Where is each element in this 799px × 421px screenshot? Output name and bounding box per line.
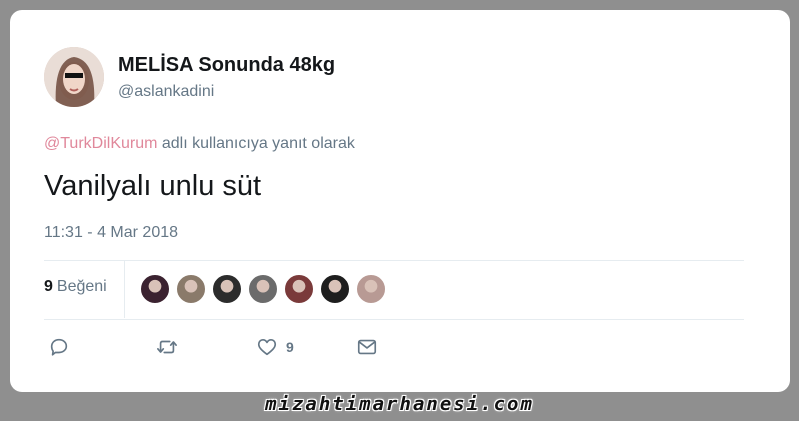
- avatar-photo: [44, 47, 104, 107]
- author-name[interactable]: MELİSA Sonunda 48kg: [118, 54, 335, 77]
- action-bar: 9: [44, 336, 744, 360]
- tweet-text: Vanilyalı unlu süt: [44, 170, 262, 202]
- screenshot-frame: MELİSA Sonunda 48kg @aslankadini @TurkDi…: [0, 0, 799, 421]
- retweet-button[interactable]: [156, 336, 178, 358]
- divider-bottom: [44, 319, 744, 320]
- liker-avatar[interactable]: [176, 274, 206, 304]
- tweet-timestamp[interactable]: 11:31 - 4 Mar 2018: [44, 224, 178, 242]
- likes-count: 9: [44, 278, 53, 295]
- reply-button[interactable]: [48, 336, 70, 358]
- liker-avatar[interactable]: [140, 274, 170, 304]
- like-count: 9: [286, 339, 294, 355]
- liker-avatar[interactable]: [356, 274, 386, 304]
- reply-mention-link[interactable]: @TurkDilKurum: [44, 135, 157, 152]
- likes-summary[interactable]: 9 Beğeni: [44, 278, 107, 296]
- likes-label: Beğeni: [56, 278, 107, 295]
- liker-avatar[interactable]: [212, 274, 242, 304]
- retweet-icon: [157, 340, 177, 354]
- site-watermark: mizahtimarhanesi.com: [265, 393, 534, 415]
- liker-avatar[interactable]: [248, 274, 278, 304]
- liker-avatars: [140, 274, 386, 304]
- like-button[interactable]: 9: [256, 336, 294, 358]
- stats-separator: [124, 261, 125, 318]
- avatar[interactable]: [44, 47, 104, 107]
- author-handle[interactable]: @aslankadini: [118, 83, 214, 101]
- reply-context: @TurkDilKurum adlı kullanıcıya yanıt ola…: [44, 135, 355, 153]
- liker-avatar[interactable]: [284, 274, 314, 304]
- heart-icon: [257, 339, 277, 356]
- tweet-card: MELİSA Sonunda 48kg @aslankadini @TurkDi…: [10, 10, 790, 392]
- reply-icon: [50, 338, 68, 356]
- reply-suffix-text: adlı kullanıcıya yanıt olarak: [157, 135, 355, 152]
- divider-top: [44, 260, 744, 261]
- message-button[interactable]: [356, 336, 378, 358]
- envelope-icon: [357, 339, 377, 355]
- liker-avatar[interactable]: [320, 274, 350, 304]
